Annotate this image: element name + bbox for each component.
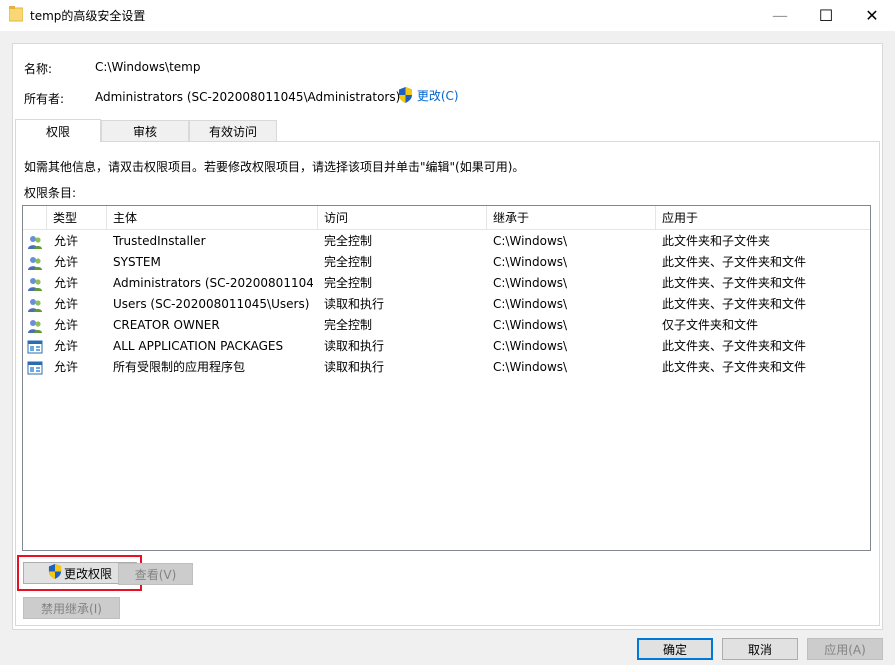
cell-inherited: C:\Windows\: [493, 276, 568, 290]
header-type[interactable]: 类型: [47, 206, 107, 230]
user-group-icon: [27, 318, 45, 334]
title-bar: temp的高级安全设置 — ☐ ✕: [0, 0, 895, 31]
cell-inherited: C:\Windows\: [493, 255, 568, 269]
uac-shield-icon: [398, 87, 413, 106]
user-group-icon: [27, 276, 45, 292]
cell-access: 完全控制: [324, 255, 373, 269]
cell-applies: 此文件夹、子文件夹和文件: [662, 297, 807, 311]
cell-applies: 此文件夹、子文件夹和文件: [662, 276, 807, 290]
cell-applies: 此文件夹、子文件夹和文件: [662, 339, 807, 353]
cell-type: 允许: [54, 234, 79, 248]
table-row[interactable]: 允许 ALL APPLICATION PACKAGES 读取和执行 C:\Window…: [23, 336, 870, 357]
cell-principal: 所有受限制的应用程序包: [113, 360, 246, 374]
cancel-button[interactable]: 取消: [722, 638, 798, 660]
header-icon-column: [23, 206, 47, 230]
cell-applies: 此文件夹、子文件夹和文件: [662, 360, 807, 374]
cell-principal: TrustedInstaller: [113, 234, 206, 248]
cell-inherited: C:\Windows\: [493, 318, 568, 332]
cell-inherited: C:\Windows\: [493, 297, 568, 311]
view-button[interactable]: 查看(V): [118, 563, 193, 585]
change-permissions-label: 更改权限: [63, 566, 112, 581]
folder-icon: [8, 6, 24, 25]
cell-type: 允许: [54, 339, 79, 353]
change-owner-text: 更改(C): [416, 89, 459, 103]
user-group-icon: [27, 255, 45, 271]
close-button[interactable]: ✕: [849, 0, 895, 31]
cell-access: 完全控制: [324, 234, 373, 248]
table-row[interactable]: 允许 所有受限制的应用程序包 读取和执行 C:\Windows\ 此文件夹、子文件夹和文…: [23, 357, 870, 378]
cell-principal: CREATOR OWNER: [113, 318, 220, 332]
cell-principal: Users (SC-202008011045\Users): [113, 297, 310, 311]
cell-inherited: C:\Windows\: [493, 339, 568, 353]
owner-label: 所有者:: [24, 92, 65, 106]
uac-shield-icon: [48, 564, 62, 582]
app-package-icon: [27, 360, 45, 376]
apply-button[interactable]: 应用(A): [807, 638, 883, 660]
cell-principal: ALL APPLICATION PACKAGES: [113, 339, 284, 353]
tab-effective-access[interactable]: 有效访问: [189, 120, 277, 141]
permission-entries-list[interactable]: 类型 主体 访问 继承于 应用于 允许 TrustedInstaller 完全控制 C…: [22, 205, 871, 551]
table-row[interactable]: 允许 Administrators (SC-20200801104... 完全控制 C…: [23, 273, 870, 294]
user-group-icon: [27, 297, 45, 313]
cell-type: 允许: [54, 276, 79, 290]
info-text: 如需其他信息，请双击权限项目。若要修改权限项目，请选择该项目并单击"编辑"(如果…: [24, 160, 525, 174]
header-principal[interactable]: 主体: [107, 206, 318, 230]
cell-type: 允许: [54, 360, 79, 374]
header-inherited-from[interactable]: 继承于: [487, 206, 656, 230]
entries-label: 权限条目:: [24, 186, 77, 200]
cell-access: 读取和执行: [324, 297, 385, 311]
header-applies-to[interactable]: 应用于: [656, 206, 870, 230]
window-title: temp的高级安全设置: [30, 9, 146, 23]
cell-access: 完全控制: [324, 318, 373, 332]
change-owner-link[interactable]: 更改(C): [398, 87, 459, 106]
maximize-button[interactable]: ☐: [803, 0, 849, 31]
user-group-icon: [27, 234, 45, 250]
table-row[interactable]: 允许 TrustedInstaller 完全控制 C:\Windows\ 此文件夹和子文…: [23, 231, 870, 252]
disable-inheritance-button[interactable]: 禁用继承(I): [23, 597, 120, 619]
owner-value: Administrators (SC-202008011045\Administ…: [95, 90, 401, 104]
tab-permissions[interactable]: 权限: [15, 119, 101, 142]
header-access[interactable]: 访问: [318, 206, 487, 230]
cell-inherited: C:\Windows\: [493, 360, 568, 374]
cell-applies: 仅子文件夹和文件: [662, 318, 759, 332]
cell-applies: 此文件夹、子文件夹和文件: [662, 255, 807, 269]
tab-auditing[interactable]: 审核: [101, 120, 189, 141]
ok-button[interactable]: 确定: [637, 638, 713, 660]
app-package-icon: [27, 339, 45, 355]
cell-applies: 此文件夹和子文件夹: [662, 234, 771, 248]
cell-access: 读取和执行: [324, 339, 385, 353]
minimize-button[interactable]: —: [757, 0, 803, 31]
table-row[interactable]: 允许 Users (SC-202008011045\Users) 读取和执行 C:\W…: [23, 294, 870, 315]
list-header: 类型 主体 访问 继承于 应用于: [23, 206, 870, 230]
cell-principal: SYSTEM: [113, 255, 161, 269]
table-row[interactable]: 允许 SYSTEM 完全控制 C:\Windows\ 此文件夹、子文件夹和文件: [23, 252, 870, 273]
cell-access: 读取和执行: [324, 360, 385, 374]
cell-access: 完全控制: [324, 276, 373, 290]
cell-principal: Administrators (SC-20200801104...: [113, 276, 313, 290]
table-row[interactable]: 允许 CREATOR OWNER 完全控制 C:\Windows\ 仅子文件夹和文件: [23, 315, 870, 336]
cell-inherited: C:\Windows\: [493, 234, 568, 248]
cell-type: 允许: [54, 255, 79, 269]
name-label: 名称:: [24, 62, 53, 76]
cell-type: 允许: [54, 318, 79, 332]
name-value: C:\Windows\temp: [95, 60, 201, 74]
cell-type: 允许: [54, 297, 79, 311]
